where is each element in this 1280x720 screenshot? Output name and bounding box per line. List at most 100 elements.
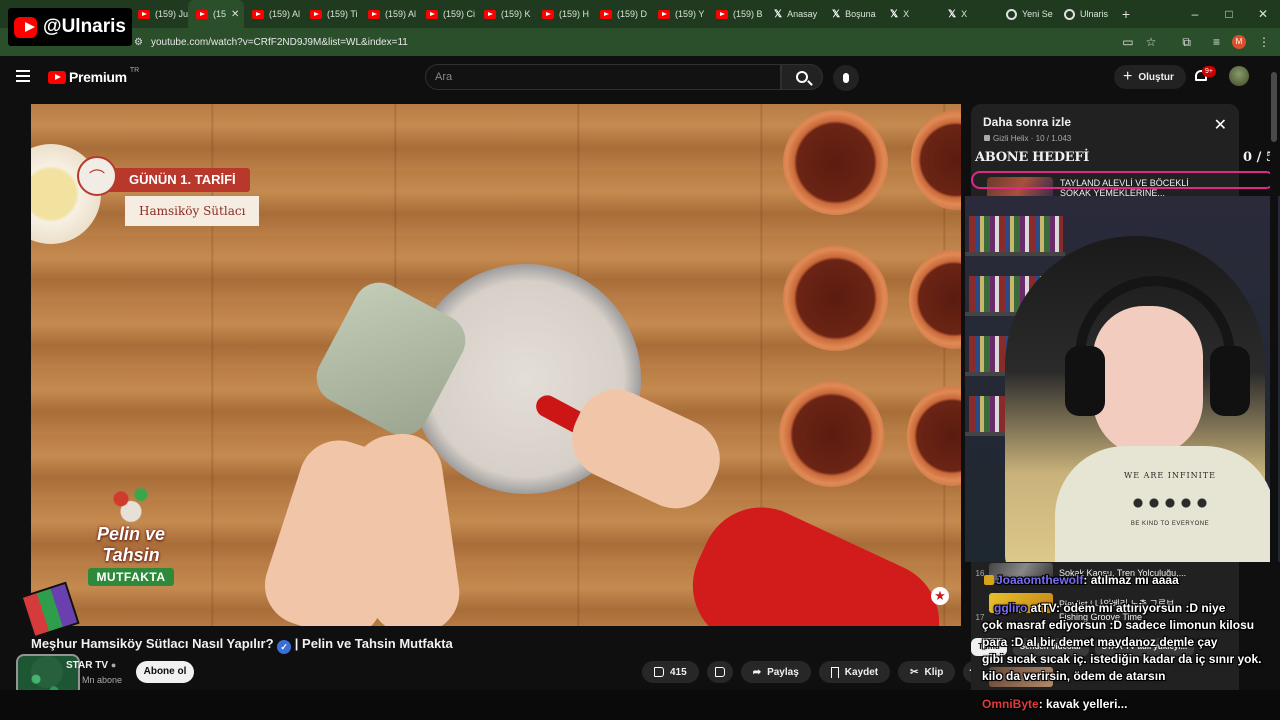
minimize-icon[interactable]: –	[1178, 0, 1212, 28]
pot-logo-icon	[106, 482, 156, 524]
youtube-premium-logo[interactable]: Premium TR	[48, 66, 140, 85]
tab-label: Boşuna	[845, 9, 876, 19]
search-input[interactable]: Ara	[425, 64, 781, 90]
tab-label: (159) Ci	[443, 9, 476, 19]
playlist-meta: Gizli Helix · 10 / 1.043	[984, 134, 1071, 143]
video-player[interactable]: GÜNÜN 1. TARİFİ ⌒ Hamsiköy Sütlacı Pelin…	[31, 104, 961, 626]
cast-icon[interactable]: ▭	[1122, 35, 1133, 49]
profile-avatar[interactable]: M	[1232, 35, 1246, 49]
browser-tab[interactable]: (159) Al	[360, 0, 418, 28]
tab-label: Anasay	[787, 9, 818, 19]
whisk-icon: ⌒	[77, 156, 117, 196]
browser-tab[interactable]: (15 ✕	[188, 0, 244, 28]
video-title-main: Meşhur Hamsiköy Sütlacı Nasıl Yapılır?	[31, 636, 274, 651]
dislike-button[interactable]	[706, 661, 733, 683]
close-window-icon[interactable]: ✕	[1246, 0, 1280, 28]
chat-username: Joaaomthewolf	[996, 573, 1084, 587]
youtube-icon	[138, 9, 150, 19]
voice-search-button[interactable]	[833, 65, 859, 91]
tab-label: (159) Al	[269, 9, 301, 19]
subscriber-count: Mn abone	[82, 675, 123, 685]
browser-menu-icon[interactable]: ⋮	[1258, 35, 1270, 49]
video-title: Meşhur Hamsiköy Sütlacı Nasıl Yapılır? ✓…	[31, 636, 453, 654]
youtube-icon	[658, 9, 670, 19]
extensions-icon[interactable]: ⧉	[1182, 35, 1191, 50]
hamburger-menu-icon[interactable]	[16, 70, 30, 82]
browser-tab[interactable]: 𝕏 Boşuna	[824, 0, 882, 28]
tab-label: X	[961, 9, 968, 19]
tab-label: (159) Y	[675, 9, 705, 19]
browser-tab[interactable]: (159) Ju	[130, 0, 188, 28]
youtube-icon	[196, 9, 208, 19]
bookmark-star-icon[interactable]: ☆	[1146, 35, 1157, 49]
browser-tab[interactable]: 𝕏X	[940, 0, 998, 28]
scrollbar-thumb[interactable]	[1271, 72, 1277, 142]
clip-button[interactable]: ✂ Klip	[898, 661, 956, 683]
youtube-icon	[310, 9, 322, 19]
close-playlist-icon[interactable]: ✕	[1214, 118, 1227, 134]
browser-tab[interactable]: (159) Y	[650, 0, 708, 28]
microphone-icon	[843, 73, 849, 83]
youtube-icon	[252, 9, 264, 19]
thumbs-up-icon	[654, 667, 664, 677]
page-scrollbar[interactable]	[1270, 60, 1278, 690]
url-field[interactable]: ⚙ youtube.com/watch?v=CRfF2ND9J9M&list=W…	[134, 32, 1122, 52]
browser-tab[interactable]: (159) Al	[244, 0, 302, 28]
shelf	[965, 252, 1065, 256]
bookshelf	[969, 216, 1063, 252]
tab-label: Ulnaris	[1080, 9, 1109, 19]
x-icon: 𝕏	[948, 8, 957, 20]
notification-badge: 9+	[1202, 66, 1216, 77]
browser-tab[interactable]: (159) Ti	[302, 0, 360, 28]
watermark-handle: @Ulnaris	[43, 16, 126, 37]
shirt-text-small: BE KIND TO EVERYONE	[1130, 521, 1210, 527]
media-controls-icon[interactable]: ≡	[1213, 35, 1220, 49]
like-button[interactable]: 415	[642, 661, 699, 683]
address-bar: ← → ↻ ⌂ ⚙ youtube.com/watch?v=CRfF2ND9J9…	[0, 28, 1280, 56]
channel-name[interactable]: STAR TV ●	[66, 660, 116, 671]
share-button[interactable]: ➦ Paylaş	[740, 661, 811, 683]
browser-tab[interactable]: 𝕏X	[882, 0, 940, 28]
youtube-icon	[426, 9, 438, 19]
tab-label: (159) D	[617, 9, 648, 19]
site-info-icon[interactable]: ⚙	[134, 37, 143, 48]
chat-text: gibi sıcak sıcak iç. istediğin kadar da …	[982, 652, 1262, 666]
tab-label: X	[903, 9, 910, 19]
browser-tab[interactable]: (159) B	[708, 0, 766, 28]
video-title-suffix: | Pelin ve Tahsin Mutfakta	[294, 636, 453, 651]
browser-tab[interactable]: (159) Ci	[418, 0, 476, 28]
country-code: TR	[129, 66, 140, 74]
chat-message: ggliro atTV: ödem mi attıriyorsun :D niy…	[994, 600, 1225, 617]
close-tab-icon[interactable]: ✕	[231, 9, 239, 20]
subscribe-button[interactable]: Abone ol	[136, 661, 194, 683]
browser-tab[interactable]: (159) D	[592, 0, 650, 28]
url-text: youtube.com/watch?v=CRfF2ND9J9M&list=WL&…	[150, 36, 408, 48]
browser-tab[interactable]: 𝕏 Anasay	[766, 0, 824, 28]
browser-tab[interactable]: Ulnaris	[1056, 0, 1114, 28]
browser-tab[interactable]: (159) H	[534, 0, 592, 28]
browser-tab[interactable]: Yeni Se	[998, 0, 1056, 28]
share-label: Paylaş	[767, 666, 799, 678]
chat-message: para :D al bir demet maydanoz demle çay	[982, 634, 1217, 651]
headphone-earcup	[1065, 346, 1105, 416]
chat-badge-icon	[984, 575, 994, 585]
recipe-overlay-subtitle: Hamsiköy Sütlacı	[125, 196, 260, 226]
create-label: Oluştur	[1138, 71, 1174, 83]
create-button[interactable]: + Oluştur	[1114, 65, 1186, 89]
video-actions: 415 ➦ Paylaş Kaydet ✂ Klip ⋯	[642, 661, 986, 683]
chat-text: para :D al bir demet maydanoz demle çay	[982, 635, 1218, 649]
headphone-earcup	[1210, 346, 1250, 416]
tab-label: (159) B	[733, 9, 763, 19]
window-controls: – □ ✕	[1178, 0, 1280, 28]
save-button[interactable]: Kaydet	[818, 661, 891, 683]
new-tab-icon[interactable]: +	[1114, 6, 1138, 22]
browser-tab[interactable]: (159) K	[476, 0, 534, 28]
like-count: 415	[670, 666, 687, 678]
x-icon: 𝕏	[890, 8, 899, 20]
maximize-icon[interactable]: □	[1212, 0, 1246, 28]
user-avatar[interactable]	[1229, 66, 1249, 86]
moon-phases-icon	[1130, 496, 1210, 510]
tab-label: (159) H	[559, 9, 590, 19]
youtube-icon	[600, 9, 612, 19]
search-button[interactable]	[781, 64, 823, 90]
